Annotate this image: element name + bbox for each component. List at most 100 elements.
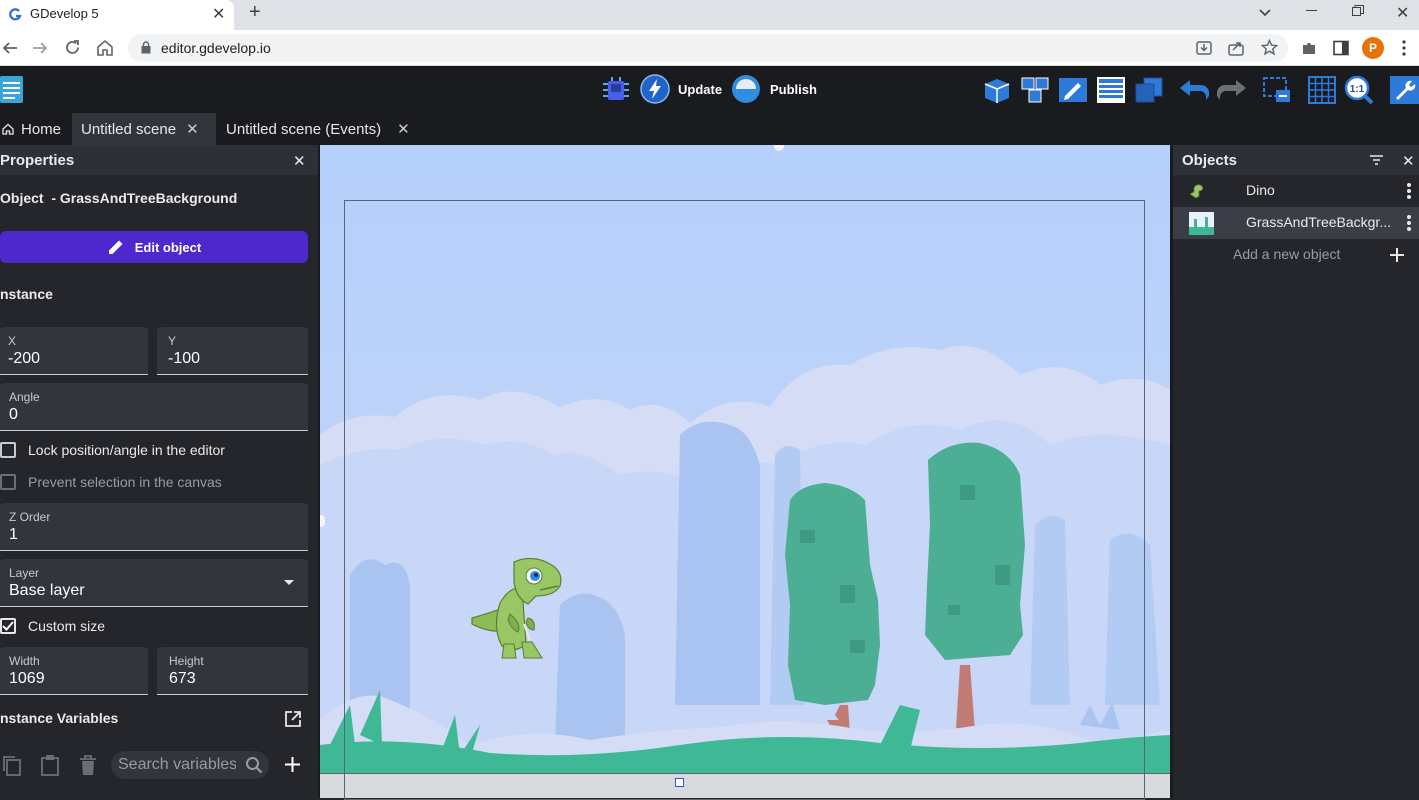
more-options-icon[interactable] (1407, 183, 1411, 201)
height-field[interactable]: Height 673 (157, 647, 308, 695)
width-field[interactable]: Width 1069 (0, 647, 148, 695)
side-panel-icon[interactable] (1333, 40, 1349, 56)
reload-icon[interactable] (64, 39, 81, 56)
home-icon[interactable] (96, 39, 114, 56)
back-icon[interactable] (2, 40, 18, 56)
new-tab-icon[interactable]: + (249, 2, 261, 22)
dino-sprite[interactable] (470, 558, 566, 662)
x-value[interactable]: -200 (8, 350, 40, 368)
edit-object-label: Edit object (134, 239, 202, 255)
close-window-icon[interactable]: ✕ (1396, 3, 1409, 23)
objects-panel-toggle-icon[interactable] (982, 76, 1012, 104)
minimize-window-icon[interactable] (1306, 10, 1317, 11)
install-app-icon[interactable] (1196, 40, 1212, 56)
object-item-grass-and-tree-background[interactable]: GrassAndTreeBackgr... (1173, 207, 1419, 239)
frame-lower-extension (344, 773, 1145, 798)
url-text[interactable]: editor.gdevelop.io (161, 40, 271, 56)
update-button[interactable]: Update (678, 82, 722, 97)
layer-value[interactable]: Base layer (9, 582, 85, 600)
lock-icon[interactable] (141, 41, 151, 54)
grass-and-tree-background[interactable] (320, 145, 1170, 798)
x-field[interactable]: X -200 (0, 327, 148, 375)
open-external-icon[interactable] (284, 710, 302, 728)
object-name-line: Object - GrassAndTreeBackground (0, 190, 238, 206)
browser-tab[interactable]: GDevelop 5 ✕ (0, 0, 234, 30)
close-tab-icon[interactable]: ✕ (212, 7, 225, 23)
zoom-reset-label: 1:1 (1350, 84, 1365, 95)
close-tab-icon[interactable]: ✕ (397, 120, 410, 138)
y-value[interactable]: -100 (168, 350, 200, 368)
restore-window-icon[interactable] (1352, 5, 1364, 17)
height-value[interactable]: 673 (169, 670, 196, 688)
forward-icon[interactable] (32, 40, 48, 56)
angle-field[interactable]: Angle 0 (0, 383, 308, 431)
debugger-bug-icon[interactable] (601, 76, 631, 104)
grid-icon[interactable] (1307, 76, 1337, 104)
dino-thumbnail-icon (1190, 184, 1204, 199)
y-field[interactable]: Y -100 (157, 327, 308, 375)
extensions-puzzle-icon[interactable] (1301, 40, 1317, 56)
update-lightning-icon[interactable] (640, 74, 670, 104)
tab-scene-label: Untitled scene (81, 120, 177, 138)
more-options-icon[interactable] (1407, 215, 1411, 233)
share-icon[interactable] (1228, 40, 1244, 56)
zoom-reset-icon[interactable]: 1:1 (1344, 75, 1374, 105)
layers-icon[interactable] (1134, 76, 1164, 104)
resize-handle[interactable] (675, 778, 684, 787)
custom-size-checkbox[interactable] (0, 618, 16, 634)
z-order-label: Z Order (9, 510, 51, 524)
object-name: GrassAndTreeBackgr... (1246, 214, 1391, 230)
x-label: X (8, 334, 17, 348)
delete-trash-icon[interactable] (79, 755, 97, 776)
custom-size-label: Custom size (28, 618, 106, 634)
add-variable-icon[interactable] (285, 757, 300, 772)
z-order-value[interactable]: 1 (9, 526, 18, 544)
object-item-dino[interactable]: Dino (1173, 175, 1419, 207)
tab-home[interactable]: Home (0, 113, 72, 145)
add-object-icon[interactable] (1390, 248, 1404, 262)
tab-untitled-scene-events[interactable]: Untitled scene (Events) ✕ (216, 113, 416, 145)
bookmark-star-icon[interactable] (1261, 39, 1278, 56)
width-value[interactable]: 1069 (9, 670, 45, 688)
variable-search-input[interactable] (118, 754, 236, 776)
angle-value[interactable]: 0 (9, 406, 18, 424)
project-manager-icon[interactable] (0, 76, 23, 103)
prevent-selection-checkbox[interactable] (0, 474, 16, 490)
redo-icon[interactable] (1216, 78, 1248, 102)
close-tab-icon[interactable]: ✕ (186, 120, 199, 138)
properties-pencil-icon[interactable] (1058, 76, 1088, 104)
tab-home-label: Home (21, 120, 62, 138)
profile-avatar[interactable]: P (1362, 37, 1384, 59)
publish-globe-icon[interactable] (731, 74, 761, 104)
instance-heading: nstance (0, 286, 53, 302)
left-resize-handle[interactable] (320, 515, 325, 527)
profile-initial: P (1368, 41, 1377, 55)
delete-selection-icon[interactable] (1262, 76, 1292, 104)
undo-icon[interactable] (1178, 78, 1210, 102)
edit-object-button[interactable]: Edit object (0, 231, 308, 263)
browser-menu-icon[interactable] (1402, 40, 1406, 56)
filter-icon[interactable] (1370, 155, 1383, 165)
layer-select[interactable]: Layer Base layer (0, 559, 308, 607)
instances-list-icon[interactable] (1096, 76, 1126, 104)
object-groups-icon[interactable] (1020, 76, 1050, 104)
close-properties-icon[interactable]: ✕ (293, 152, 306, 170)
paste-icon[interactable] (40, 754, 60, 776)
close-objects-icon[interactable]: ✕ (1402, 152, 1415, 170)
scene-canvas[interactable] (320, 145, 1170, 798)
copy-icon[interactable] (2, 755, 22, 777)
tab-search-chevron-icon[interactable] (1258, 5, 1272, 19)
dropdown-arrow-icon[interactable] (284, 580, 294, 586)
home-tab-icon (2, 123, 14, 135)
variable-search-field[interactable] (111, 751, 269, 779)
search-icon[interactable] (245, 756, 263, 774)
add-new-object-label[interactable]: Add a new object (1233, 246, 1340, 262)
z-order-field[interactable]: Z Order 1 (0, 503, 308, 551)
tab-untitled-scene[interactable]: Untitled scene ✕ (72, 113, 216, 145)
lock-position-label: Lock position/angle in the editor (28, 442, 225, 458)
address-bar[interactable] (128, 34, 1288, 62)
lock-position-checkbox[interactable] (0, 442, 16, 458)
publish-button[interactable]: Publish (770, 82, 817, 97)
settings-wrench-icon[interactable] (1390, 76, 1419, 104)
objects-title: Objects (1182, 152, 1238, 169)
